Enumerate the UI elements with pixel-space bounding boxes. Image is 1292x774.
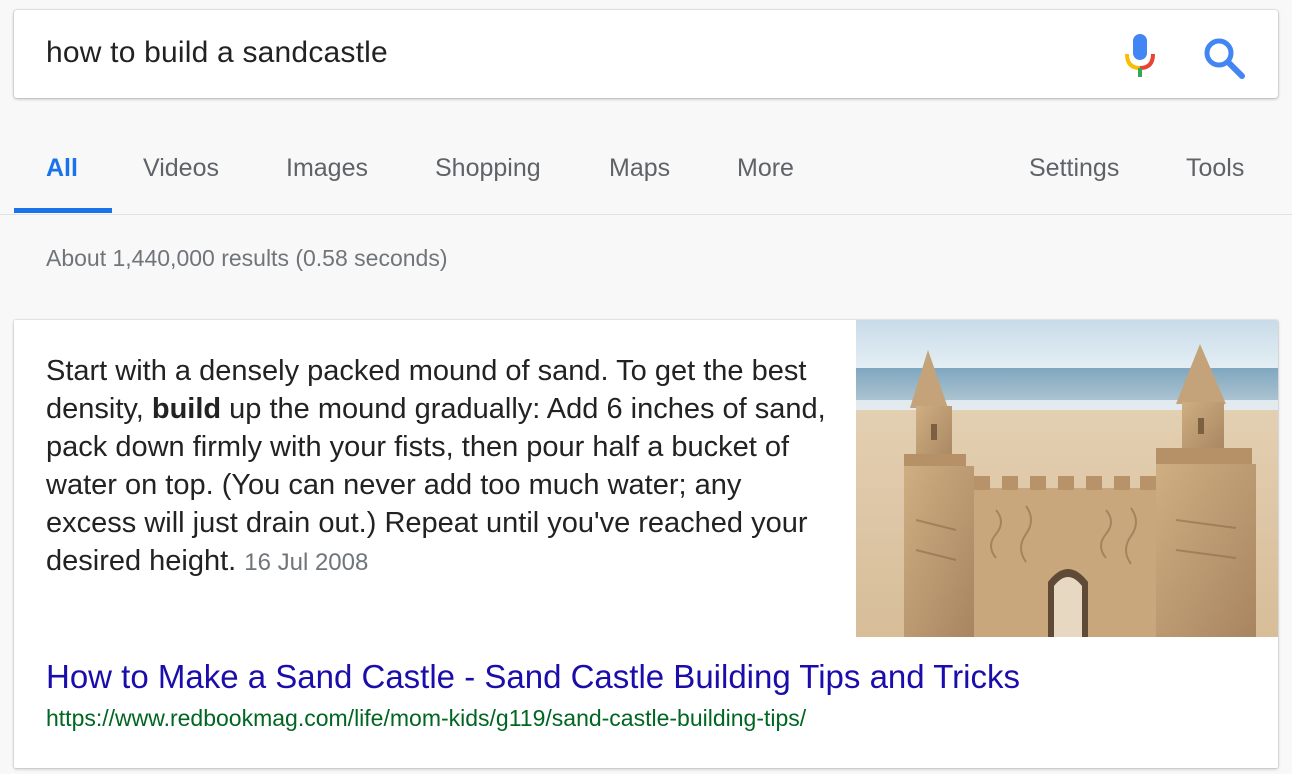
magnifier-icon[interactable] (1202, 36, 1246, 80)
tab-images[interactable]: Images (286, 154, 368, 183)
search-tabs: All Videos Images Shopping Maps More Set… (0, 140, 1292, 215)
tab-shopping[interactable]: Shopping (435, 154, 541, 183)
tab-more[interactable]: More (737, 154, 794, 183)
snippet-date: 16 Jul 2008 (244, 549, 369, 576)
tab-videos[interactable]: Videos (143, 154, 219, 183)
tab-settings[interactable]: Settings (1029, 154, 1119, 183)
active-tab-indicator (14, 208, 112, 213)
result-url[interactable]: https://www.redbookmag.com/life/mom-kids… (46, 705, 806, 732)
result-title-link[interactable]: How to Make a Sand Castle - Sand Castle … (46, 658, 1020, 696)
tab-maps[interactable]: Maps (609, 154, 670, 183)
snippet-bold-term: build (151, 393, 222, 425)
tab-all[interactable]: All (46, 154, 78, 183)
featured-snippet-card: Start with a densely packed mound of san… (14, 320, 1278, 768)
tabs-divider (0, 214, 1292, 215)
result-stats: About 1,440,000 results (0.58 seconds) (46, 245, 448, 271)
snippet-text: Start with a densely packed mound of san… (46, 352, 836, 582)
search-query[interactable]: how to build a sandcastle (46, 36, 388, 70)
sandcastle-image[interactable] (856, 320, 1278, 637)
tab-tools[interactable]: Tools (1186, 154, 1244, 183)
search-box[interactable]: how to build a sandcastle (14, 10, 1278, 98)
microphone-icon[interactable] (1124, 32, 1156, 82)
